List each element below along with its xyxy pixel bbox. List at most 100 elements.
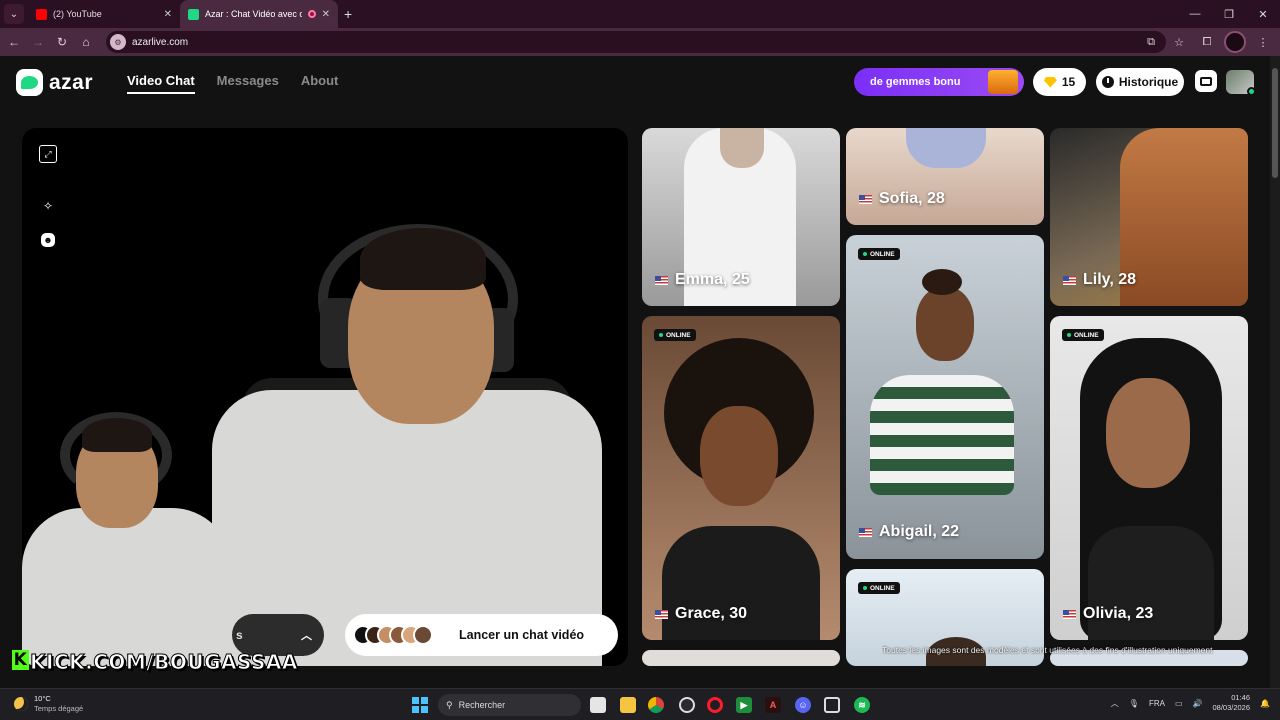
- gems-count: 15: [1061, 75, 1076, 89]
- azar-logo[interactable]: azar: [16, 69, 93, 96]
- adobe-icon[interactable]: A: [765, 697, 781, 713]
- scrollbar-thumb[interactable]: [1272, 68, 1278, 178]
- site-info-icon[interactable]: ⚙: [110, 34, 126, 50]
- install-app-icon[interactable]: ⧉: [1140, 31, 1162, 53]
- taskbar-search[interactable]: ⚲ Rechercher: [438, 694, 581, 716]
- gems-balance-button[interactable]: 15: [1033, 68, 1086, 96]
- close-tab-icon[interactable]: ✕: [322, 9, 330, 20]
- close-window-icon[interactable]: ✕: [1246, 0, 1280, 28]
- profile-card-olivia[interactable]: ONLINE Olivia, 23: [1050, 316, 1248, 640]
- address-bar[interactable]: ⚙ azarlive.com: [106, 31, 1166, 53]
- profile-name: Grace, 30: [675, 605, 748, 622]
- watermark-text: KICK.COM/BOUGASSAA: [30, 650, 298, 675]
- stream-watermark: K KICK.COM/BOUGASSAA: [12, 650, 298, 675]
- windows-taskbar: 10°C Temps dégagé ⚲ Rechercher ▶ A ☺ ≋ ︿ …: [0, 688, 1280, 720]
- reload-icon[interactable]: ↻: [50, 30, 74, 54]
- temperature: 10°C: [34, 694, 51, 703]
- spotify-icon[interactable]: ≋: [854, 697, 870, 713]
- tab-search-icon[interactable]: ⌄: [4, 4, 24, 24]
- brand-name: azar: [49, 70, 94, 94]
- address-bar-row: ← → ↻ ⌂ ⚙ azarlive.com ⧉ ☆ ⧠ ⋮: [0, 28, 1280, 56]
- search-placeholder: Rechercher: [458, 700, 506, 710]
- us-flag-icon: [655, 609, 668, 619]
- moon-icon: [14, 697, 28, 711]
- tab-title: (2) YouTube: [53, 9, 102, 19]
- tray-overflow-icon[interactable]: ︿: [1111, 698, 1119, 709]
- capture-icon[interactable]: [824, 697, 840, 713]
- user-avatar[interactable]: [1226, 70, 1256, 96]
- language-indicator[interactable]: FRA: [1149, 699, 1165, 708]
- windows-start-icon[interactable]: [412, 697, 428, 713]
- profile-name: Emma, 25: [675, 271, 750, 288]
- azar-favicon-icon: [188, 8, 199, 20]
- kick-logo-icon: K: [12, 650, 29, 670]
- system-tray: ︿ 🎙 FRA ▭ 🔊 01:46 08/03/2026 🔔: [1111, 693, 1270, 713]
- task-view-icon[interactable]: [590, 697, 606, 713]
- toolbar-right: ⧉ ☆ ⧠ ⋮: [1140, 28, 1274, 56]
- history-label: Historique: [1118, 75, 1179, 89]
- search-icon: ⚲: [446, 699, 453, 710]
- bookmark-star-icon[interactable]: ☆: [1168, 31, 1190, 53]
- file-explorer-icon[interactable]: [620, 697, 636, 713]
- start-video-chat-label: Lancer un chat vidéo: [459, 628, 585, 642]
- minimize-icon[interactable]: —: [1178, 0, 1212, 28]
- page-scrollbar[interactable]: [1270, 56, 1280, 688]
- forward-icon[interactable]: →: [26, 30, 50, 54]
- browser-tab-strip: ⌄ (2) YouTube ✕ Azar : Chat Vidéo avec d…: [0, 0, 1280, 28]
- tab-title: Azar : Chat Vidéo avec de n: [205, 9, 302, 19]
- discord-icon[interactable]: ☺: [795, 697, 811, 713]
- preview-faces: [353, 625, 439, 645]
- online-badge: ONLINE: [1062, 329, 1104, 341]
- nav-video-chat[interactable]: Video Chat: [127, 73, 195, 94]
- chrome-icon[interactable]: [648, 697, 664, 713]
- filter-label: s: [236, 628, 243, 642]
- bonus-gems-promo-button[interactable]: de gemmes bonu: [854, 68, 1024, 96]
- profile-card-partial-left[interactable]: [642, 650, 840, 666]
- profile-card-abigail[interactable]: ONLINE Abigail, 22: [846, 235, 1044, 559]
- inbox-icon[interactable]: [1195, 70, 1217, 92]
- profile-card-sofia[interactable]: Sofia, 28: [846, 128, 1044, 225]
- extensions-icon[interactable]: ⧠: [1196, 31, 1218, 53]
- profile-name: Olivia, 23: [1083, 605, 1154, 622]
- close-tab-icon[interactable]: ✕: [164, 9, 172, 20]
- profile-avatar[interactable]: [1224, 31, 1246, 53]
- obs-icon[interactable]: [679, 697, 695, 713]
- profile-card-emma[interactable]: Emma, 25: [642, 128, 840, 306]
- tab-youtube[interactable]: (2) YouTube ✕: [28, 0, 180, 28]
- weather-widget[interactable]: 10°C Temps dégagé: [14, 694, 83, 714]
- tab-azar[interactable]: Azar : Chat Vidéo avec de n ✕: [180, 0, 338, 28]
- youtube-favicon-icon: [36, 8, 47, 20]
- new-tab-button[interactable]: +: [344, 6, 352, 22]
- recording-indicator-icon: [307, 10, 316, 18]
- editor-icon[interactable]: ▶: [736, 697, 752, 713]
- taskbar-clock[interactable]: 01:46 08/03/2026: [1212, 693, 1250, 713]
- profile-card-grace[interactable]: ONLINE Grace, 30: [642, 316, 840, 640]
- profile-name: Lily, 28: [1083, 271, 1137, 288]
- display-icon[interactable]: ▭: [1175, 699, 1183, 708]
- disclaimer-text: Toutes les images sont des modèles et so…: [882, 645, 1213, 655]
- notifications-icon[interactable]: 🔔: [1260, 699, 1270, 708]
- microphone-icon[interactable]: 🎙: [1129, 699, 1139, 708]
- profile-name: Abigail, 22: [879, 523, 960, 540]
- online-badge: ONLINE: [654, 329, 696, 341]
- nav-messages[interactable]: Messages: [217, 73, 279, 94]
- window-controls: — ❐ ✕: [1178, 0, 1280, 28]
- back-icon[interactable]: ←: [2, 30, 26, 54]
- us-flag-icon: [859, 527, 872, 537]
- nav-about[interactable]: About: [301, 73, 339, 94]
- streamer-overlay-person: [22, 388, 262, 666]
- opera-icon[interactable]: [707, 697, 723, 713]
- chevron-up-icon: ︿: [301, 630, 312, 642]
- history-button[interactable]: Historique: [1096, 68, 1184, 96]
- maximize-icon[interactable]: ❐: [1212, 0, 1246, 28]
- profile-card-lily[interactable]: Lily, 28: [1050, 128, 1248, 306]
- main-nav: Video Chat Messages About: [127, 73, 338, 94]
- home-icon[interactable]: ⌂: [74, 30, 98, 54]
- browser-menu-icon[interactable]: ⋮: [1252, 31, 1274, 53]
- start-video-chat-button[interactable]: Lancer un chat vidéo: [345, 614, 618, 656]
- clock-icon: [1101, 76, 1114, 88]
- volume-icon[interactable]: 🔊: [1193, 699, 1203, 708]
- promo-label: de gemmes bonu: [870, 76, 961, 88]
- clock-date: 08/03/2026: [1212, 703, 1251, 712]
- us-flag-icon: [859, 194, 872, 204]
